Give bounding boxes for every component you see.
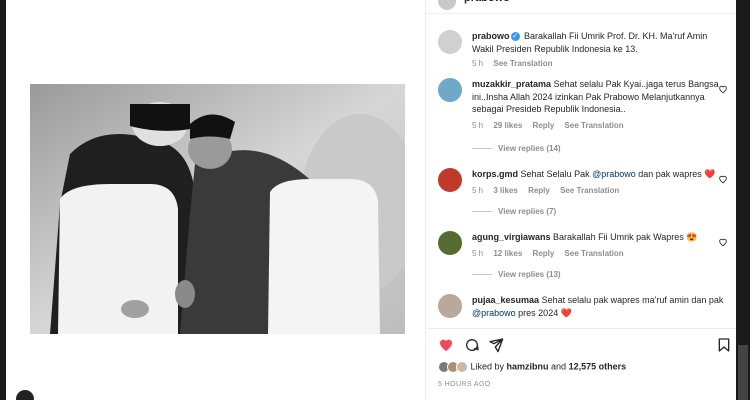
view-replies-label[interactable]: View replies (14) — [498, 144, 561, 153]
comment-text: Sehat Selalu Pak — [520, 169, 593, 179]
reply-button[interactable]: Reply — [528, 186, 550, 195]
action-bar — [426, 328, 736, 358]
comment-item: pujaa_kesumaa Sehat selalu pak wapres ma… — [438, 294, 728, 328]
caption-avatar[interactable] — [438, 30, 462, 54]
post-sidebar: prabowo prabowo✓ Barakallah Fii Umrik Pr… — [425, 0, 736, 400]
comment-username[interactable]: pujaa_kesumaa — [472, 295, 539, 305]
mention-link[interactable]: @prabowo — [472, 308, 516, 318]
comment-item: agung_virgiawans Barakallah Fii Umrik pa… — [438, 231, 728, 258]
header-avatar[interactable] — [438, 0, 456, 10]
liked-others[interactable]: 12,575 others — [569, 361, 627, 371]
caption-see-translation[interactable]: See Translation — [493, 59, 552, 68]
view-replies-label[interactable]: View replies (13) — [498, 270, 561, 279]
liked-user[interactable]: hamzibnu — [507, 361, 549, 371]
post-header: prabowo — [426, 0, 736, 14]
liker-avatars[interactable] — [438, 361, 468, 373]
verified-icon: ✓ — [510, 32, 520, 42]
comment-avatar[interactable] — [438, 78, 462, 102]
caption-username[interactable]: prabowo — [472, 31, 510, 41]
view-replies-button[interactable]: View replies (13) — [472, 270, 561, 279]
comment-likes[interactable]: 12 likes — [493, 249, 522, 258]
comment-time[interactable]: 5 h — [472, 121, 483, 130]
comment-heart-icon[interactable] — [718, 237, 728, 247]
liked-by: Liked by hamzibnu and 12,575 others — [438, 361, 626, 373]
caption-time[interactable]: 5 h — [472, 59, 483, 68]
comment-username[interactable]: agung_virgiawans — [472, 232, 551, 242]
comment-avatar[interactable] — [438, 231, 462, 255]
comment-avatar[interactable] — [438, 294, 462, 318]
scrollbar-thumb[interactable] — [738, 345, 748, 400]
reply-button[interactable]: Reply — [533, 121, 555, 130]
post-timestamp[interactable]: 5 HOURS AGO — [438, 381, 491, 388]
comment-text: Sehat selalu pak wapres ma'ruf amin dan … — [541, 295, 724, 305]
heart-icon[interactable] — [438, 337, 454, 353]
bookmark-icon[interactable] — [716, 337, 732, 353]
window-frame-right — [736, 0, 750, 400]
liked-middle: and — [548, 361, 569, 372]
comment-text: Barakallah Fii Umrik pak Wapres 😍 — [553, 232, 698, 242]
comment-item: korps.gmd Sehat Selalu Pak @prabowo dan … — [438, 168, 728, 195]
replies-divider — [472, 274, 492, 276]
view-replies-button[interactable]: View replies (7) — [472, 207, 556, 216]
view-replies-label[interactable]: View replies (7) — [498, 207, 556, 216]
share-icon[interactable] — [488, 337, 504, 353]
comment-text: dan pak wapres ❤️ — [635, 169, 716, 179]
see-translation-button[interactable]: See Translation — [560, 186, 619, 195]
comment-time[interactable]: 5 h — [472, 249, 483, 258]
comment-item: muzakkir_pratama Sehat selalu Pak Kyai..… — [438, 78, 728, 130]
liked-prefix: Liked by — [470, 361, 507, 372]
comment-username[interactable]: muzakkir_pratama — [472, 79, 551, 89]
comment-heart-icon[interactable] — [718, 174, 728, 184]
comment-time[interactable]: 5 h — [472, 186, 483, 195]
comment-heart-icon[interactable] — [718, 84, 728, 94]
comment-avatar[interactable] — [438, 168, 462, 192]
comment-icon[interactable] — [464, 337, 480, 353]
comment-text: pres 2024 ❤️ — [515, 307, 572, 318]
comment-username[interactable]: korps.gmd — [472, 169, 518, 179]
see-translation-button[interactable]: See Translation — [565, 121, 624, 130]
post-photo[interactable] — [30, 84, 405, 334]
replies-divider — [472, 148, 492, 150]
more-options-icon[interactable] — [16, 390, 34, 400]
caption: prabowo ✓ Barakallah Fii Umrik Prof. Dr. … — [438, 30, 728, 68]
comment-likes[interactable]: 29 likes — [493, 121, 522, 130]
replies-divider — [472, 211, 492, 213]
view-replies-button[interactable]: View replies (14) — [472, 144, 561, 153]
see-translation-button[interactable]: See Translation — [565, 249, 624, 258]
mention-link[interactable]: @prabowo — [592, 169, 636, 179]
post-media — [6, 0, 425, 400]
reply-button[interactable]: Reply — [533, 249, 555, 258]
header-username[interactable]: prabowo — [464, 0, 510, 4]
comment-likes[interactable]: 3 likes — [493, 186, 517, 195]
